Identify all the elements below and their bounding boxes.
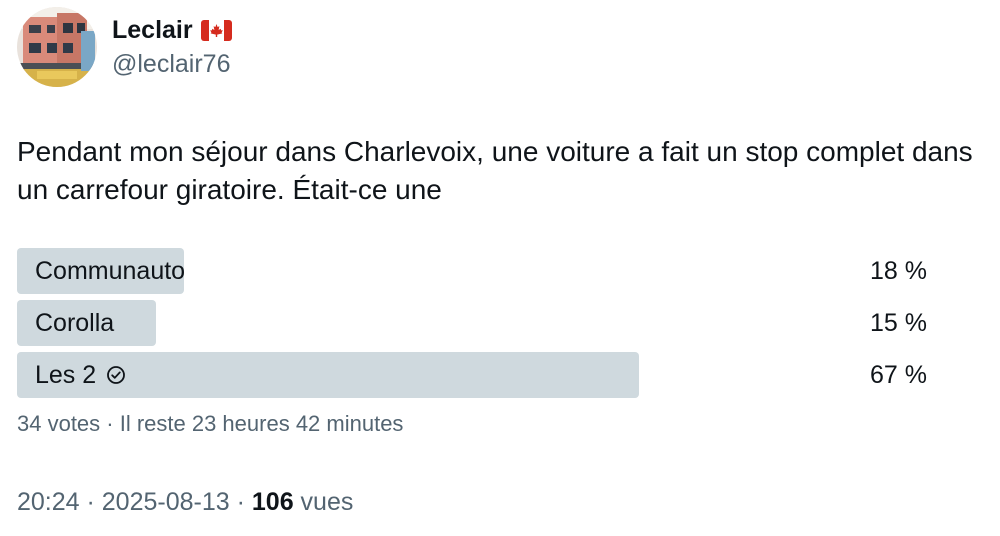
poll-option-text: Corolla	[35, 309, 115, 337]
tweet-time[interactable]: 20:24	[17, 488, 80, 516]
poll-option-percent: 67 %	[870, 361, 927, 389]
poll-option-label: Corolla	[35, 300, 114, 346]
user-handle[interactable]: @leclair76	[112, 48, 230, 80]
poll-option-label: Communauto	[35, 248, 185, 294]
poll-option-les-2[interactable]: Les 2 67 %	[17, 352, 927, 398]
tweet: Leclair @leclair76 Pendant mon séjour da…	[0, 0, 1000, 536]
canada-flag-icon	[200, 19, 232, 41]
avatar[interactable]	[17, 7, 97, 87]
poll-option-text: Les 2	[35, 361, 97, 389]
poll-option-text: Communauto	[35, 257, 186, 285]
display-name-text: Leclair	[112, 16, 193, 44]
tweet-date[interactable]: 2025-08-13	[102, 488, 230, 516]
poll-option-communauto[interactable]: Communauto 18 %	[17, 248, 927, 294]
separator: ·	[79, 488, 102, 516]
views-label: vues	[293, 488, 354, 516]
tweet-footer: 20:24 · 2025-08-13 · 106 vues	[17, 486, 353, 518]
poll-option-percent: 15 %	[870, 309, 927, 337]
separator: ·	[229, 488, 252, 516]
poll-option-label: Les 2	[35, 352, 126, 398]
tweet-text: Pendant mon séjour dans Charlevoix, une …	[17, 136, 973, 205]
poll-meta: 34 votes · Il reste 23 heures 42 minutes	[17, 411, 404, 436]
views-count[interactable]: 106	[252, 488, 294, 516]
avatar-image	[17, 7, 97, 87]
check-circle-icon	[106, 365, 126, 385]
poll-option-percent: 18 %	[870, 257, 927, 285]
poll-option-corolla[interactable]: Corolla 15 %	[17, 300, 927, 346]
display-name[interactable]: Leclair	[112, 14, 232, 46]
